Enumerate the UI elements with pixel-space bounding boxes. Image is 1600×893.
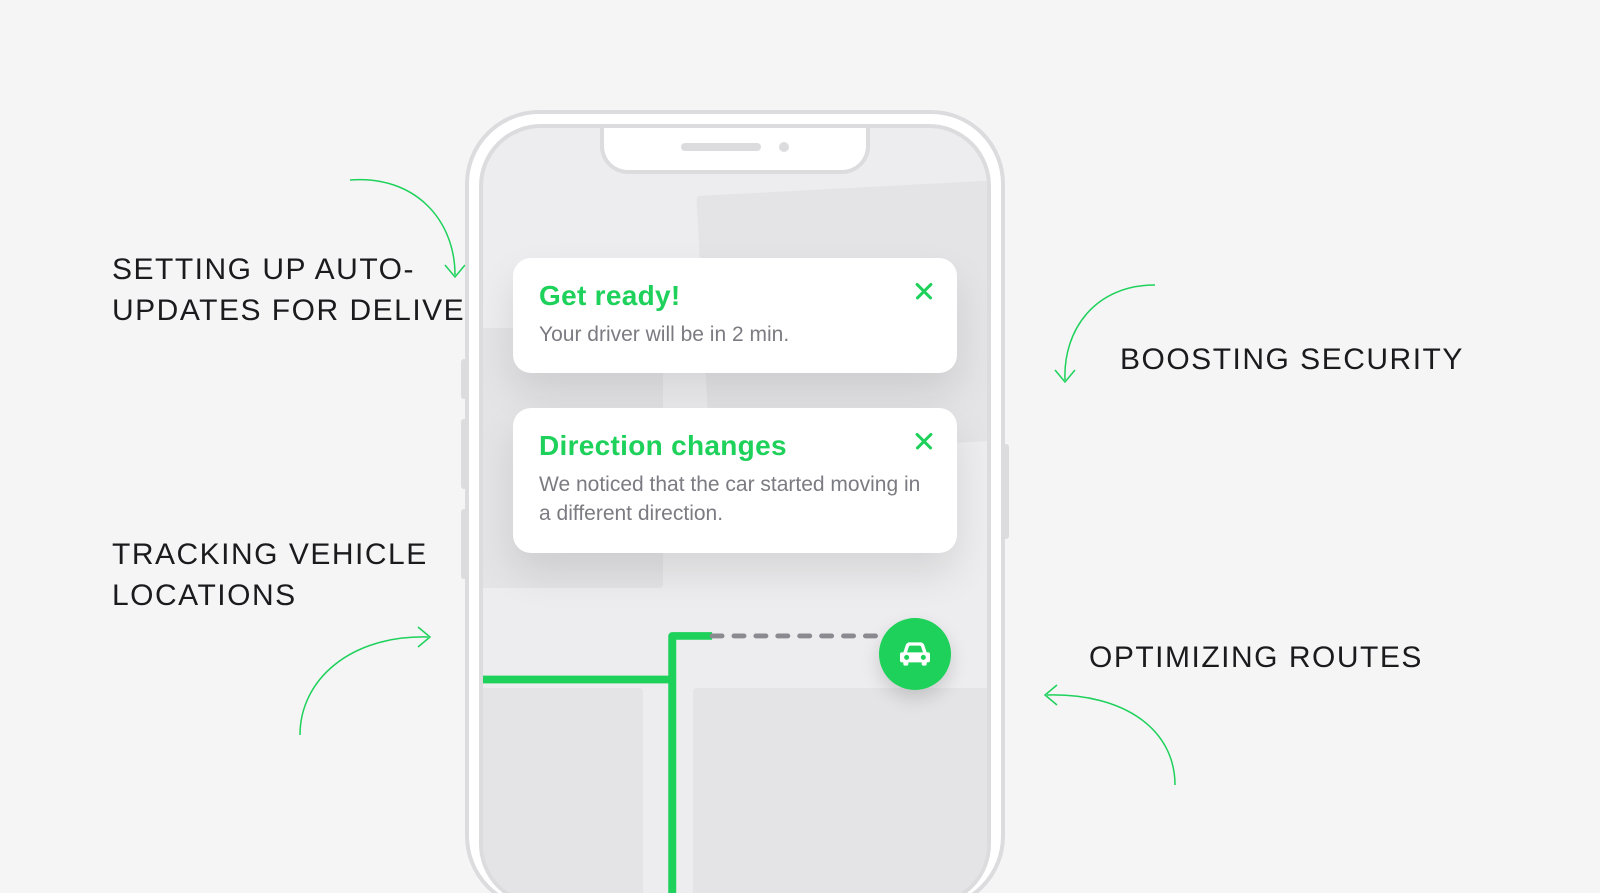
phone-side-button <box>1003 444 1009 539</box>
route-path <box>483 128 987 893</box>
arrow-security <box>1055 280 1165 400</box>
arrow-routes <box>1035 685 1185 795</box>
phone-side-button <box>461 509 467 579</box>
diagram-stage: SETTING UP AUTO- UPDATES FOR DELIVERIES … <box>0 0 1600 893</box>
car-icon[interactable] <box>879 618 951 690</box>
arrow-tracking <box>290 625 440 745</box>
camera-icon <box>779 142 789 152</box>
phone-screen: Get ready! Your driver will be in 2 min.… <box>479 124 991 893</box>
phone-side-button <box>461 419 467 489</box>
arrow-auto-updates <box>345 175 475 295</box>
phone-mockup: Get ready! Your driver will be in 2 min.… <box>465 110 1005 893</box>
phone-side-button <box>461 359 467 399</box>
phone-notch <box>600 124 870 174</box>
callout-routes: OPTIMIZING ROUTES <box>1089 638 1423 679</box>
speaker-icon <box>681 143 761 151</box>
callout-tracking: TRACKING VEHICLE LOCATIONS <box>112 535 428 616</box>
callout-security: BOOSTING SECURITY <box>1120 340 1464 381</box>
